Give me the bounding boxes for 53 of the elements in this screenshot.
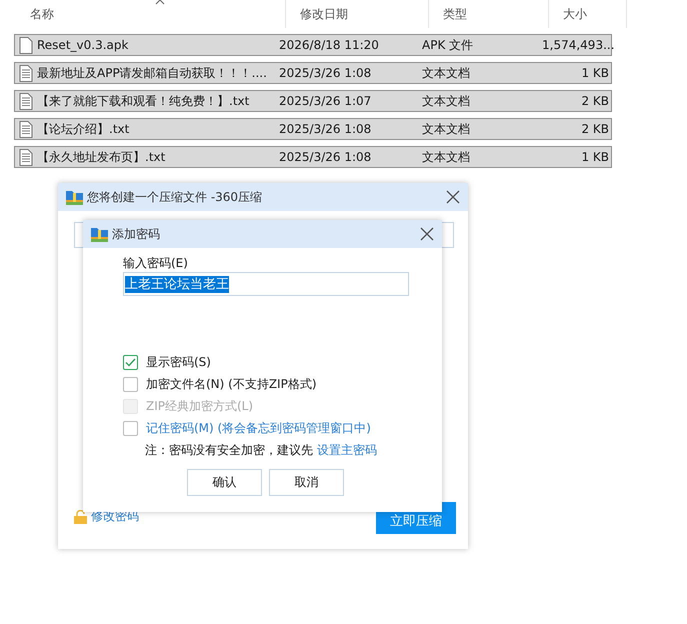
text-file-icon	[19, 92, 33, 110]
file-name: 最新地址及APP请发邮箱自动获取！！！....	[37, 64, 267, 82]
password-label: 输入密码(E)	[123, 255, 189, 272]
date-cell-text: 2025/3/26 1:08	[279, 150, 372, 164]
close-icon[interactable]	[446, 190, 460, 204]
checkbox[interactable]	[123, 376, 138, 392]
checkbox[interactable]	[123, 420, 138, 436]
text-file-icon	[19, 120, 33, 138]
window-title: 您将创建一个压缩文件 -360压缩	[87, 188, 262, 206]
confirm-button[interactable]: 确认	[187, 469, 262, 496]
size-cell: 1,574,493...	[542, 38, 613, 52]
checkbox[interactable]	[123, 354, 138, 370]
file-name: 【论坛介绍】.txt	[37, 120, 130, 138]
file-name: 【永久地址发布页】.txt	[37, 148, 166, 166]
text-file-icon	[19, 148, 33, 166]
column-header[interactable]: 修改日期	[286, 0, 429, 28]
type-cell-text: 文本文档	[422, 92, 471, 110]
date-cell-text: 2025/3/26 1:08	[279, 122, 372, 136]
text-file-icon	[19, 64, 33, 82]
option-label[interactable]: 加密文件名(N) (不支持ZIP格式)	[146, 376, 317, 392]
archive-icon	[91, 226, 108, 242]
note-text: 注：密码没有安全加密，建议先	[145, 442, 313, 459]
date-cell-text: 2026/8/18 11:20	[279, 38, 380, 52]
file-row[interactable]: 最新地址及APP请发邮箱自动获取！！！.... 2025/3/26 1:08 文本文档 1 KB	[14, 62, 612, 84]
file-row[interactable]: 【论坛介绍】.txt 2025/3/26 1:08 文本文档 2 KB	[14, 118, 612, 140]
size-cell-text: 1 KB	[580, 150, 610, 164]
option-label[interactable]: 显示密码(S)	[146, 354, 211, 370]
file-name: 【来了就能下载和观看！纯免费！】.txt	[37, 92, 250, 110]
file-row[interactable]: 【永久地址发布页】.txt 2025/3/26 1:08 文本文档 1 KB	[14, 146, 612, 168]
file-name: Reset_v0.3.apk	[37, 38, 128, 52]
set-master-password-link[interactable]: 设置主密码	[317, 442, 377, 459]
file-icon	[19, 36, 33, 54]
size-cell-text: 1 KB	[580, 66, 610, 80]
password-field[interactable]: 上老王论坛当老王	[123, 272, 409, 296]
size-cell-text: 2 KB	[580, 122, 610, 136]
column-header[interactable]: 大小	[549, 0, 627, 28]
file-row[interactable]: Reset_v0.3.apk 2026/8/18 11:20 APK 文件 1,574,493...	[14, 34, 612, 56]
type-cell-text: 文本文档	[422, 120, 471, 138]
date-cell-text: 2025/3/26 1:08	[279, 66, 372, 80]
size-cell-text: 2 KB	[580, 94, 610, 108]
window-title: 添加密码	[112, 226, 160, 242]
close-icon[interactable]	[420, 227, 434, 241]
option-link[interactable]: 记住密码(M) (将会备忘到密码管理窗口中)	[146, 420, 371, 436]
file-row[interactable]: 【来了就能下载和观看！纯免费！】.txt 2025/3/26 1:07 文本文档 2 KB	[14, 90, 612, 112]
column-header[interactable]: 名称	[16, 0, 286, 28]
type-cell-text: 文本文档	[422, 148, 471, 166]
date-cell-text: 2025/3/26 1:07	[279, 94, 372, 108]
type-cell-text: 文本文档	[422, 64, 471, 82]
cancel-button[interactable]: 取消	[269, 469, 344, 496]
column-header[interactable]: 类型	[429, 0, 549, 28]
lock-icon	[74, 510, 87, 524]
type-cell-text: APK 文件	[422, 36, 474, 54]
archive-icon	[66, 190, 83, 204]
